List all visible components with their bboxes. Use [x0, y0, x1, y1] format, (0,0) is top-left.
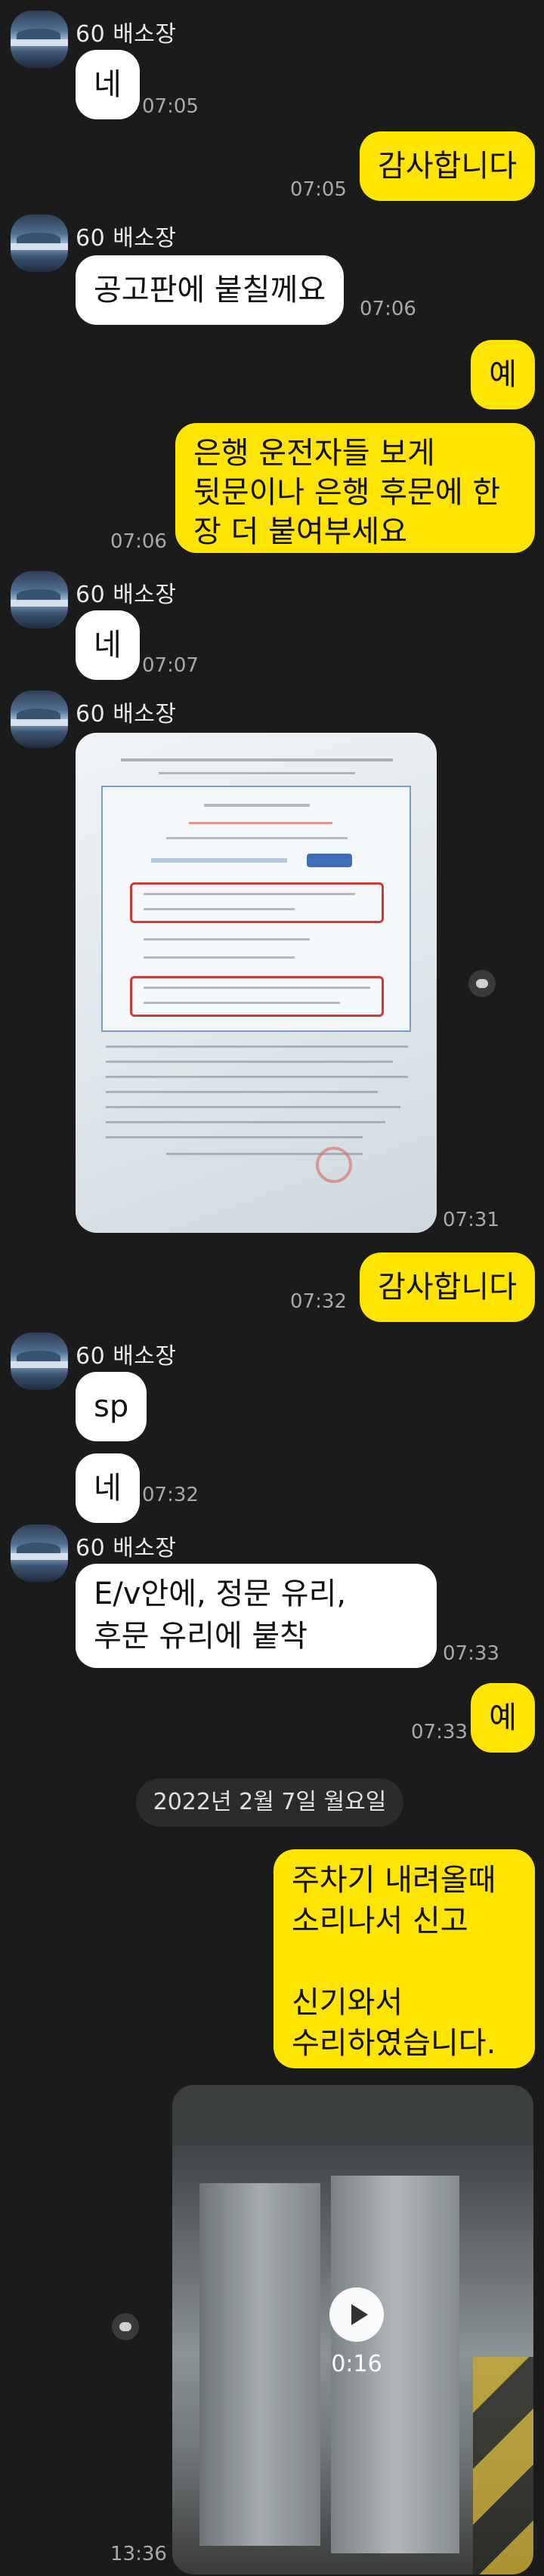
message-time: 07:33	[443, 1642, 499, 1665]
message-bubble[interactable]: 예	[471, 1683, 535, 1753]
message-bubble[interactable]: sp	[76, 1372, 147, 1441]
message-bubble[interactable]: 은행 운전자들 보게 뒷문이나 은행 후문에 한 장 더 붙여부세요	[175, 423, 535, 553]
message-bubble[interactable]: E/v안에, 정문 유리, 후문 유리에 붙착	[76, 1564, 437, 1668]
message-bubble[interactable]: 네	[76, 50, 140, 119]
avatar[interactable]	[11, 571, 68, 629]
message-time: 07:05	[142, 95, 199, 118]
message-bubble[interactable]: 네	[76, 610, 140, 680]
avatar[interactable]	[11, 1333, 68, 1390]
message-time: 07:06	[110, 530, 167, 553]
message-time: 07:32	[142, 1484, 199, 1506]
chat-bubble-icon[interactable]	[112, 2313, 139, 2340]
video-message[interactable]: 0:16	[172, 2085, 533, 2574]
sender-name: 60 배소장	[76, 1343, 177, 1370]
avatar[interactable]	[11, 690, 68, 748]
message-bubble[interactable]: 감사합니다	[360, 1252, 535, 1322]
sender-name: 60 배소장	[76, 21, 177, 48]
date-divider: 2022년 2월 7일 월요일	[136, 1778, 403, 1827]
video-duration: 0:16	[331, 2351, 382, 2377]
message-bubble[interactable]: 공고판에 붙칠께요	[76, 255, 345, 325]
play-icon[interactable]	[329, 2287, 384, 2342]
sender-name: 60 배소장	[76, 582, 177, 608]
message-time: 07:05	[290, 178, 347, 201]
shared-notice-image[interactable]	[76, 733, 437, 1233]
message-bubble[interactable]: 예	[471, 340, 535, 409]
message-time: 07:32	[290, 1290, 347, 1313]
message-time: 13:36	[110, 2543, 167, 2565]
avatar[interactable]	[11, 215, 68, 272]
avatar[interactable]	[11, 11, 68, 68]
sender-name: 60 배소장	[76, 1535, 177, 1561]
message-time: 07:33	[411, 1721, 468, 1744]
sender-name: 60 배소장	[76, 225, 177, 252]
message-bubble[interactable]: 주차기 내려올때 소리나서 신고 신기와서 수리하였습니다.	[274, 1849, 535, 2068]
message-time: 07:07	[142, 654, 199, 677]
message-bubble[interactable]: 네	[76, 1453, 140, 1523]
message-time: 07:06	[360, 298, 416, 320]
avatar[interactable]	[11, 1524, 68, 1582]
message-time: 07:31	[443, 1209, 499, 1231]
message-bubble[interactable]: 감사합니다	[360, 131, 535, 201]
sender-name: 60 배소장	[76, 701, 177, 727]
chat-bubble-icon[interactable]	[468, 970, 496, 997]
